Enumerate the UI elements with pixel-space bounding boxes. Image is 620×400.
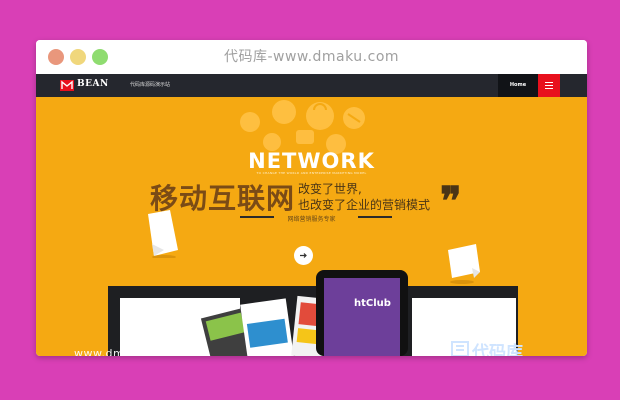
hero-headline: NETWORK <box>248 149 375 173</box>
logo-m-icon <box>60 80 74 91</box>
hamburger-icon-line <box>545 88 553 89</box>
arrow-right-icon <box>300 253 307 258</box>
nav-home-link[interactable]: Home <box>498 74 538 97</box>
hamburger-icon-line <box>545 85 553 86</box>
hamburger-icon <box>545 82 553 83</box>
website-preview: BEAN 代码库源码演示站 Home NETWORK TO CHANGE THE… <box>36 74 587 356</box>
smartphone-screen <box>324 278 400 356</box>
hero-cn-line-1: 改变了世界, <box>298 182 362 196</box>
floating-paper-icon-right <box>448 244 480 284</box>
window-title: 代码库-www.dmaku.com <box>223 49 400 65</box>
site-tagline: 代码库源码演示站 <box>130 82 171 88</box>
site-url-watermark: www.dmaku.com <box>74 347 175 356</box>
browser-window: 代码库-www.dmaku.com BEAN 代码库源码演示站 Home NET… <box>36 40 587 356</box>
site-logo-text[interactable]: BEAN <box>77 79 109 89</box>
window-titlebar: 代码库-www.dmaku.com <box>36 40 587 74</box>
hero-subline: TO CHANGE THE WORLD AND ENTERPRISE MARKE… <box>256 171 367 175</box>
scroll-down-button[interactable] <box>294 246 313 265</box>
menu-toggle-button[interactable] <box>538 74 560 97</box>
site-navbar: BEAN 代码库源码演示站 Home <box>36 74 587 97</box>
hero-tagline: 网络营销服务专家 <box>287 216 336 223</box>
watermark-logo-icon <box>451 341 469 356</box>
smartphone-screen-text: htClub <box>354 298 391 309</box>
floating-paper-icon <box>148 210 178 258</box>
hero-cn-line-2: 也改变了企业的营销模式 <box>298 198 431 212</box>
watermark-cn-text: 代码库 <box>472 343 523 356</box>
